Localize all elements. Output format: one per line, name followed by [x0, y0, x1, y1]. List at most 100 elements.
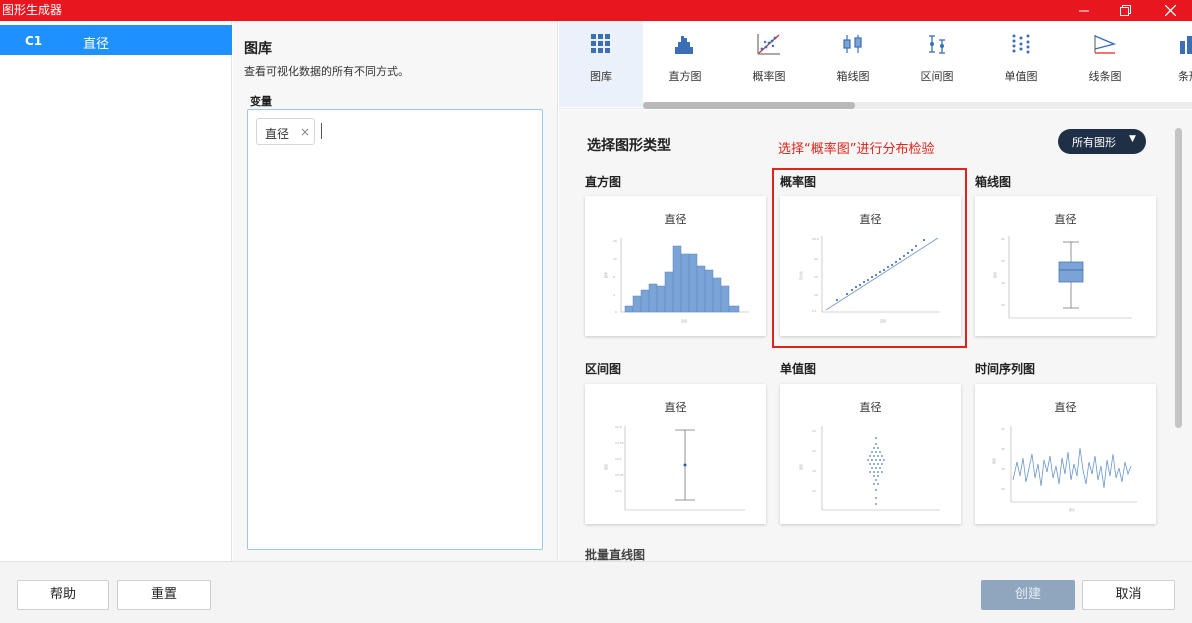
variable-label: 变量 [250, 95, 272, 108]
individual-value-icon [1012, 34, 1030, 54]
svg-text:频率: 频率 [603, 272, 608, 278]
graph-gallery: 选择图形类型 选择“概率图”进行分布检验 所有图形 ▼ 直方图 直径 16 12… [559, 110, 1192, 561]
minimize-icon [1079, 10, 1089, 11]
tab-line-plot[interactable]: 线条图 [1063, 21, 1147, 107]
svg-text:0: 0 [615, 310, 617, 314]
tab-histogram[interactable]: 直方图 [643, 21, 727, 107]
probability-plot-icon [757, 34, 780, 55]
interval-plot-thumbnail: 19.6 19.55 19.5 19.45 19.4 直径 [603, 425, 745, 511]
graph-card-interval-plot[interactable]: 直径 19.6 19.55 19.5 19.45 19.4 直径 [585, 384, 766, 524]
svg-text:16: 16 [1001, 487, 1005, 491]
svg-text:19.5: 19.5 [615, 457, 622, 461]
svg-text:19.45: 19.45 [615, 473, 624, 477]
svg-text:12: 12 [613, 257, 617, 261]
card-title: 直径 [1054, 401, 1077, 414]
svg-text:18: 18 [1001, 281, 1005, 285]
svg-text:19.55: 19.55 [615, 441, 624, 445]
restore-button[interactable] [1105, 0, 1145, 21]
all-graphs-dropdown[interactable]: 所有图形 ▼ [1058, 129, 1146, 154]
svg-text:19.4: 19.4 [615, 489, 622, 493]
gallery-panel: 图库 查看可视化数据的所有不同方式。 变量 直径 × [233, 21, 558, 561]
svg-text:22: 22 [1001, 427, 1005, 431]
svg-text:16: 16 [1001, 303, 1005, 307]
tabs-scrollbar-thumb[interactable] [643, 102, 855, 109]
tab-interval-plot[interactable]: 区间图 [895, 21, 979, 107]
gallery-scrollbar-thumb[interactable] [1175, 128, 1182, 428]
svg-text:19.6: 19.6 [615, 425, 622, 429]
column-id: C1 [25, 34, 43, 48]
card-title: 直径 [664, 213, 687, 226]
graph-type-tabs: 图库 直方图 概率图 箱线图 区间图 单值图 线条图 条 [559, 21, 1192, 109]
boxplot-thumbnail: 22 20 18 16 直径 [992, 236, 1132, 319]
svg-text:22: 22 [1001, 237, 1005, 241]
graph-card-time-series[interactable]: 直径 22 20 18 16 直径 索引 [975, 384, 1156, 524]
tab-bar-chart[interactable]: 条形 [1147, 21, 1192, 107]
svg-text:索引: 索引 [1069, 507, 1075, 512]
graph-type-title-time-series: 时间序列图 [975, 362, 1036, 376]
text-caret [321, 123, 322, 139]
column-name: 直径 [83, 37, 110, 52]
tab-label: 条形 [1178, 70, 1192, 83]
graph-builder-window: 图形生成器 C1 直径 图库 查看可视化数据的所有不同方式。 变量 直径 × 图… [0, 0, 1192, 623]
svg-text:20: 20 [1001, 259, 1005, 263]
tab-boxplot[interactable]: 箱线图 [811, 21, 895, 107]
svg-text:4: 4 [613, 293, 615, 297]
variable-input[interactable]: 直径 × [247, 109, 543, 550]
grid-icon [591, 34, 610, 53]
title-bar: 图形生成器 [0, 0, 1192, 21]
time-series-thumbnail: 22 20 18 16 直径 索引 [991, 426, 1137, 512]
column-list: C1 直径 [0, 21, 232, 561]
svg-text:16: 16 [812, 489, 816, 493]
help-button[interactable]: 帮助 [17, 580, 109, 610]
tab-label: 线条图 [1088, 70, 1122, 83]
svg-text:16: 16 [613, 239, 617, 243]
gallery-heading: 图库 [244, 41, 272, 57]
cancel-button[interactable]: 取消 [1082, 580, 1175, 610]
tab-label: 箱线图 [836, 70, 870, 83]
card-title: 直径 [859, 401, 882, 414]
remove-variable-icon[interactable]: × [300, 125, 310, 139]
interval-plot-icon [929, 35, 945, 54]
variable-chip-label: 直径 [265, 127, 290, 141]
svg-text:18: 18 [1001, 467, 1005, 471]
annotation-text: 选择“概率图”进行分布检验 [778, 142, 935, 157]
graph-type-title-individual-value: 单值图 [780, 362, 817, 376]
tab-label: 图库 [590, 70, 612, 83]
tab-gallery[interactable]: 图库 [559, 21, 643, 107]
tab-label: 单值图 [1004, 70, 1038, 83]
graph-card-individual-value[interactable]: 直径 22 20 18 16 直径 [780, 384, 961, 524]
boxplot-icon [843, 35, 862, 53]
column-item-c1[interactable]: C1 直径 [0, 25, 232, 55]
svg-text:直径: 直径 [991, 458, 996, 464]
dropdown-label: 所有图形 [1072, 136, 1116, 149]
graph-type-title-histogram: 直方图 [585, 175, 622, 189]
tab-individual-value[interactable]: 单值图 [979, 21, 1063, 107]
bar-chart-icon [1180, 36, 1192, 54]
svg-text:直径: 直径 [681, 318, 687, 323]
card-title: 直径 [664, 401, 687, 414]
variable-chip[interactable]: 直径 × [256, 118, 315, 145]
svg-text:22: 22 [812, 429, 816, 433]
graph-type-title-interval: 区间图 [585, 362, 622, 376]
section-title: 选择图形类型 [587, 138, 671, 154]
graph-type-title-next: 批量直线图 [585, 548, 646, 561]
graph-card-histogram[interactable]: 直径 16 12 8 4 0 频率 直径 [585, 196, 766, 336]
svg-text:直径: 直径 [798, 464, 803, 470]
create-button[interactable]: 创建 [981, 580, 1075, 610]
gallery-description: 查看可视化数据的所有不同方式。 [244, 65, 409, 78]
svg-text:18: 18 [812, 469, 816, 473]
histogram-thumbnail: 16 12 8 4 0 频率 直径 [603, 238, 749, 323]
dialog-footer: 帮助 重置 创建 取消 [0, 561, 1192, 623]
restore-icon [1119, 5, 1131, 16]
minimize-button[interactable] [1064, 0, 1104, 21]
probability-plot-highlight-box [772, 168, 967, 348]
tab-probability-plot[interactable]: 概率图 [727, 21, 811, 107]
graph-card-boxplot[interactable]: 直径 22 20 18 16 直径 [975, 196, 1156, 336]
svg-text:直径: 直径 [603, 464, 608, 470]
reset-button[interactable]: 重置 [117, 580, 211, 610]
close-button[interactable] [1150, 0, 1190, 21]
histogram-icon [675, 36, 693, 54]
window-title: 图形生成器 [2, 3, 63, 17]
individual-value-thumbnail: 22 20 18 16 直径 [798, 426, 940, 511]
close-icon [1164, 5, 1176, 16]
